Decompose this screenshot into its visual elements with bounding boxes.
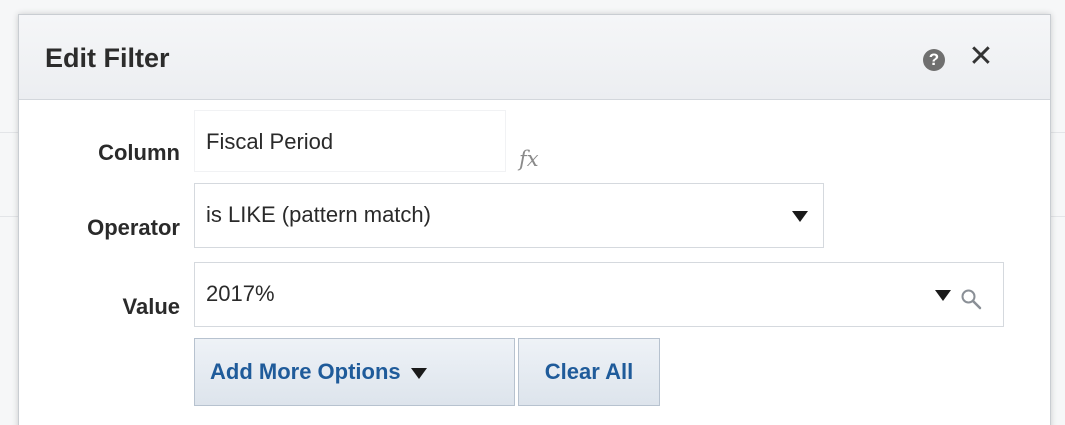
operator-selected-value: is LIKE (pattern match) [206,202,431,227]
chevron-down-icon[interactable] [792,211,808,222]
add-more-options-button[interactable]: Add More Options [194,338,515,406]
value-label: Value [122,294,180,319]
column-field: Fiscal Period [194,110,506,172]
column-label: Column [98,140,180,165]
operator-label: Operator [87,215,180,240]
search-icon[interactable] [960,288,982,310]
clear-all-button[interactable]: Clear All [518,338,660,406]
dialog-title: Edit Filter [45,43,170,73]
value-text: 2017% [206,281,275,306]
chevron-down-icon [410,367,427,379]
column-value: Fiscal Period [206,129,334,154]
fx-icon[interactable]: fx [519,147,539,171]
dialog-header: Edit Filter ? ✕ [19,15,1050,100]
operator-select[interactable]: is LIKE (pattern match) [194,183,824,248]
help-icon[interactable]: ? [923,49,945,71]
close-icon[interactable]: ✕ [967,42,995,72]
add-more-options-label: Add More Options [210,359,401,384]
value-input[interactable]: 2017% [194,262,1004,327]
chevron-down-icon[interactable] [935,290,951,301]
page-background: Edit Filter ? ✕ Column Fiscal Period fx … [0,0,1065,425]
